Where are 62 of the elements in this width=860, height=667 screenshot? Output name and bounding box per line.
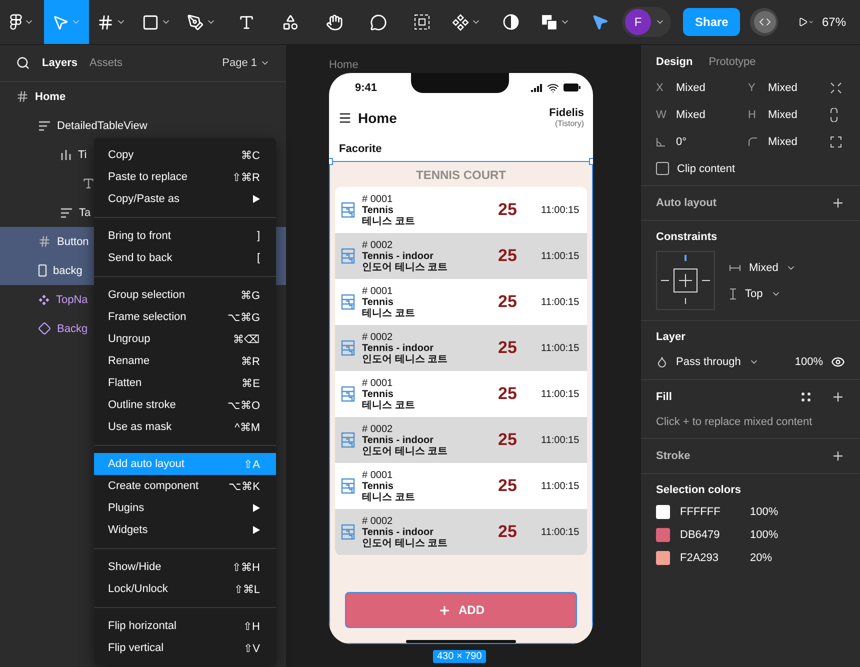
frame-label: Home xyxy=(329,59,360,71)
row-name: Tennis - indoor xyxy=(362,526,434,538)
row-name: Tennis xyxy=(362,480,394,492)
row-name: Tennis xyxy=(362,388,394,400)
user-avatar: F xyxy=(625,9,651,35)
fill-hint: Click + to replace mixed content xyxy=(656,416,814,428)
color-hex: DB6479 xyxy=(680,529,721,541)
row-number: # 0002 xyxy=(362,516,394,526)
screen-title: Home xyxy=(358,110,397,126)
color-opacity: 100% xyxy=(750,529,778,541)
list-title: TENNIS COURT xyxy=(416,167,506,184)
row-korean-name: 테니스 코트 xyxy=(362,400,416,410)
row-korean-name: 인도어 테니스 코트 xyxy=(362,538,449,548)
row-count: 25 xyxy=(498,292,518,312)
row-time: 11:00:15 xyxy=(541,480,580,492)
section-title: Stroke xyxy=(656,450,690,462)
color-opacity: 100% xyxy=(750,506,778,518)
row-count: 25 xyxy=(498,246,518,266)
row-time: 11:00:15 xyxy=(541,434,580,446)
row-name: Tennis - indoor xyxy=(362,342,434,354)
row-name: Tennis xyxy=(362,296,394,308)
color-opacity: 20% xyxy=(750,552,772,564)
row-korean-name: 인도어 테니스 코트 xyxy=(362,446,449,456)
color-hex: F2A293 xyxy=(680,552,720,564)
row-count: 25 xyxy=(498,384,518,404)
row-time: 11:00:15 xyxy=(541,342,580,354)
row-count: 25 xyxy=(498,476,518,496)
status-time: 9:41 xyxy=(355,82,378,94)
row-time: 11:00:15 xyxy=(541,204,580,216)
row-count: 25 xyxy=(498,522,518,542)
row-korean-name: 테니스 코트 xyxy=(362,492,416,502)
row-korean-name: 인도어 테니스 코트 xyxy=(362,262,449,272)
brand-name: Fidelis xyxy=(549,107,584,120)
row-count: 25 xyxy=(498,338,518,358)
section-title: Fill xyxy=(656,391,672,403)
row-number: # 0001 xyxy=(362,378,394,388)
row-time: 11:00:15 xyxy=(541,388,580,400)
row-korean-name: 테니스 코트 xyxy=(362,308,416,318)
color-hex: FFFFFF xyxy=(680,506,722,518)
row-korean-name: 테니스 코트 xyxy=(362,216,416,226)
row-name: Tennis xyxy=(362,204,394,216)
row-time: 11:00:15 xyxy=(541,526,580,538)
size-badge: 430 × 790 xyxy=(433,650,486,663)
section-title: Selection colors xyxy=(656,484,742,496)
section-title: Layer xyxy=(656,331,686,343)
brand-subtitle: (Tistory) xyxy=(554,119,584,128)
row-count: 25 xyxy=(498,430,518,450)
row-number: # 0002 xyxy=(362,424,394,434)
row-name: Tennis - indoor xyxy=(362,434,434,446)
row-korean-name: 인도어 테니스 코트 xyxy=(362,354,449,364)
row-number: # 0001 xyxy=(362,194,394,204)
section-heading: Facorite xyxy=(338,142,383,157)
row-time: 11:00:15 xyxy=(541,250,580,262)
row-number: # 0002 xyxy=(362,332,394,342)
row-number: # 0001 xyxy=(362,286,394,296)
row-number: # 0002 xyxy=(362,240,394,250)
row-name: Tennis - indoor xyxy=(362,250,434,262)
section-title: Constraints xyxy=(656,231,718,243)
section-title: Auto layout xyxy=(656,197,716,209)
row-time: 11:00:15 xyxy=(541,296,580,308)
row-number: # 0001 xyxy=(362,470,394,480)
row-count: 25 xyxy=(498,200,518,220)
